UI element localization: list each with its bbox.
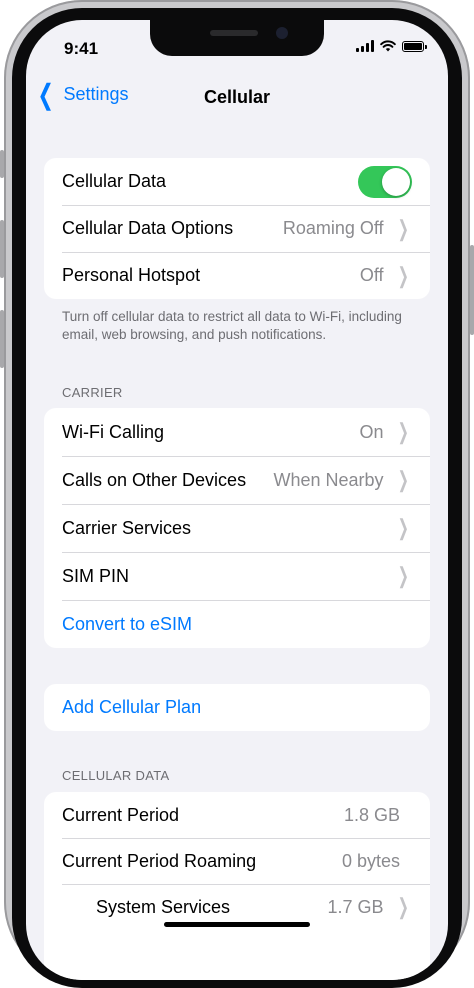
add-cellular-plan-row[interactable]: Add Cellular Plan [44,684,430,731]
row-label: Personal Hotspot [62,265,201,285]
battery-icon [402,40,427,52]
current-period-row: Current Period 1.8 GB [44,792,430,838]
chevron-right-icon: ❯ [397,563,409,588]
notch [150,20,324,56]
row-value: On [359,421,384,442]
iphone-device: 9:41 ❮ Settings Cellular Cellular Data C… [0,0,474,988]
current-period-roaming-row: Current Period Roaming 0 bytes [44,838,430,884]
power-button [470,245,474,335]
carrier-services-row[interactable]: Carrier Services ❯ [44,504,430,552]
row-label: Carrier Services [62,517,192,538]
row-value: When Nearby [273,469,384,490]
row-value: Off [359,265,384,285]
chevron-right-icon: ❯ [397,515,409,540]
carrier-section-header: CARRIER [62,385,123,400]
row-label: System Services [96,896,231,917]
convert-to-esim-row[interactable]: Convert to eSIM [44,600,430,648]
row-label: Cellular Data [62,171,167,191]
row-label: Cellular Data Options [62,218,234,238]
toggle-knob [382,167,410,196]
row-label: Calls on Other Devices [62,469,247,490]
chevron-right-icon: ❯ [397,419,409,444]
usage-group: Current Period 1.8 GB Current Period Roa… [44,792,430,980]
row-value: Roaming Off [282,218,384,238]
home-indicator[interactable] [164,922,310,927]
chevron-right-icon: ❯ [397,467,409,492]
add-cellular-plan-link[interactable]: Add Cellular Plan [62,697,201,718]
sim-pin-row[interactable]: SIM PIN ❯ [44,552,430,600]
cellular-signal-icon [356,40,374,52]
screen: 9:41 ❮ Settings Cellular Cellular Data C… [26,20,448,980]
personal-hotspot-row[interactable]: Personal Hotspot Off ❯ [44,252,430,299]
chevron-right-icon: ❯ [397,894,409,919]
add-plan-group: Add Cellular Plan [44,684,430,731]
chevron-right-icon: ❯ [397,215,409,241]
carrier-group: Wi-Fi Calling On ❯ Calls on Other Device… [44,408,430,648]
cellular-data-toggle[interactable] [358,165,412,198]
status-time: 9:41 [64,39,99,58]
row-label: SIM PIN [62,565,130,586]
convert-to-esim-link[interactable]: Convert to eSIM [62,614,192,635]
front-camera [276,27,288,39]
page-title: Cellular [203,87,271,107]
cellular-data-group: Cellular Data Cellular Data Options Roam… [44,158,430,299]
cellular-data-options-row[interactable]: Cellular Data Options Roaming Off ❯ [44,205,430,252]
row-label: Current Period Roaming [62,850,257,871]
row-value: 0 bytes [341,850,400,871]
row-label: Wi-Fi Calling [62,421,165,442]
wifi-icon [380,40,396,52]
row-label: Current Period [62,804,180,825]
calls-on-other-devices-row[interactable]: Calls on Other Devices When Nearby ❯ [44,456,430,504]
cellular-data-footnote: Turn off cellular data to restrict all d… [62,309,402,342]
wifi-calling-row[interactable]: Wi-Fi Calling On ❯ [44,408,430,456]
row-value: 1.7 GB [327,896,384,917]
cellular-data-row: Cellular Data [44,158,430,205]
cellular-data-section-header: CELLULAR DATA [62,768,170,783]
row-value: 1.8 GB [343,804,400,825]
status-icons [356,40,427,52]
earpiece-speaker [210,30,258,36]
chevron-right-icon: ❯ [397,262,409,288]
